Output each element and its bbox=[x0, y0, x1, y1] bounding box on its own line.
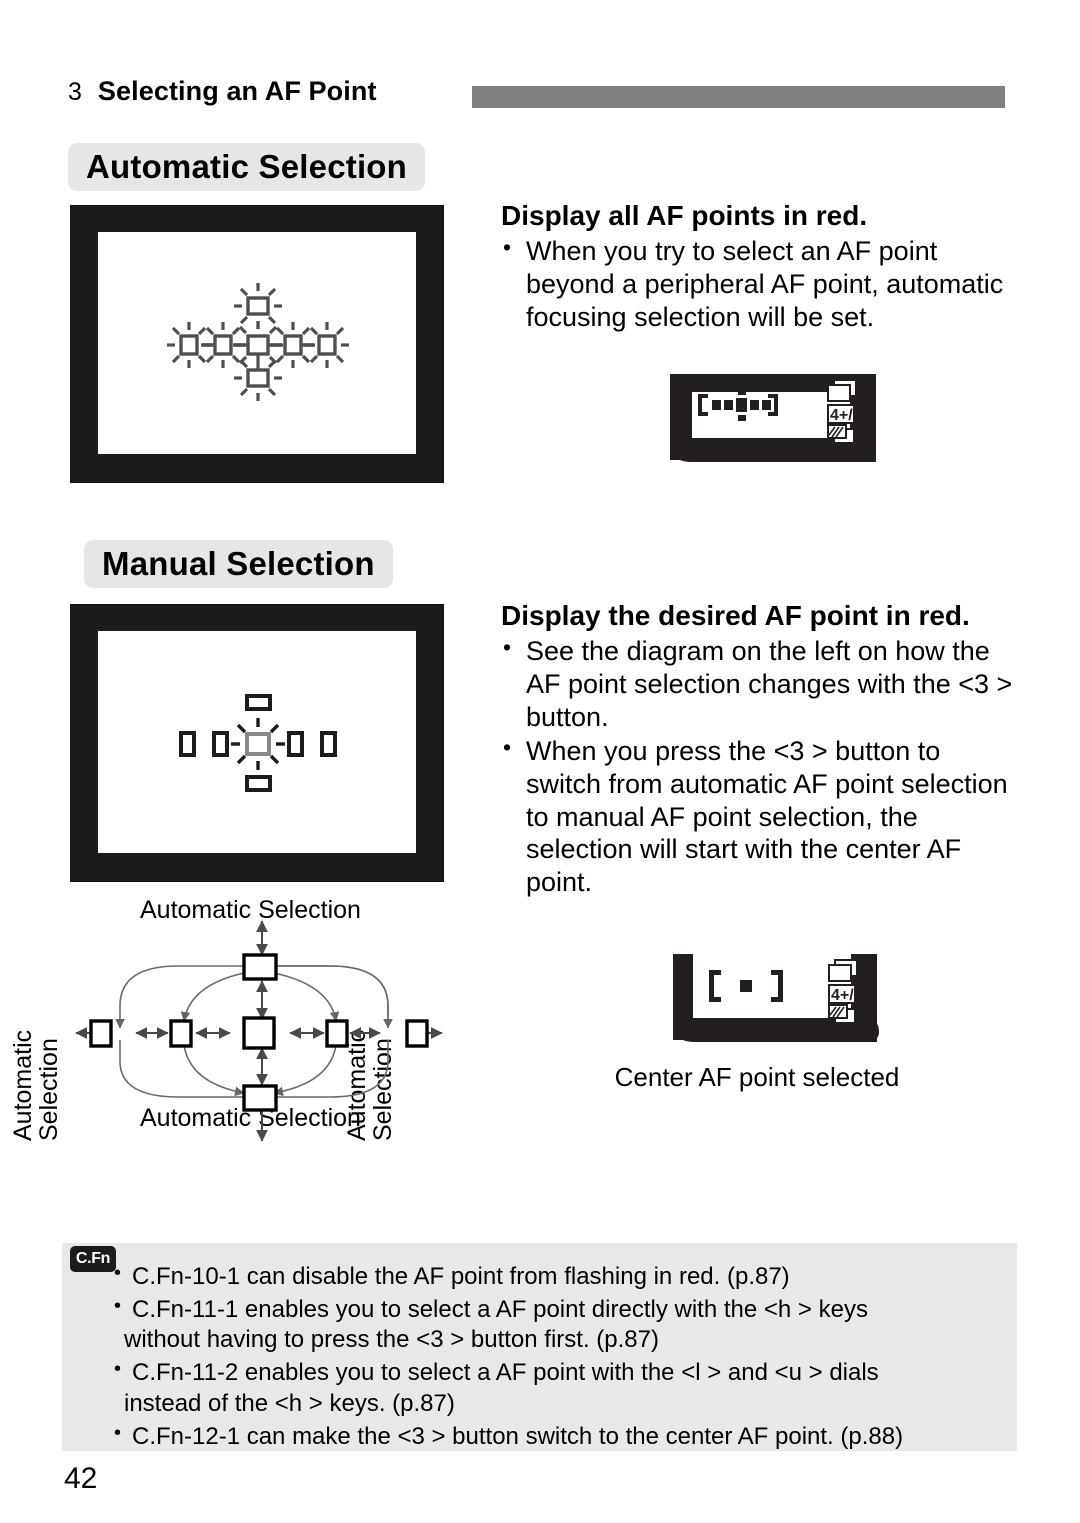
list-item: See the diagram on the left on how the A… bbox=[501, 634, 1013, 733]
manual-bullet-list: See the diagram on the left on how the A… bbox=[501, 634, 1013, 898]
automatic-bullet-list: When you try to select an AF point beyon… bbox=[501, 234, 1013, 333]
list-item: C.Fn-12-1 can make the <3 > button switc… bbox=[112, 1421, 1002, 1453]
viewfinder-automatic-selection bbox=[70, 205, 444, 483]
cfn-note-line: C.Fn-12-1 can make the <3 > button switc… bbox=[132, 1422, 904, 1450]
page-title: Selecting an AF Point bbox=[97, 76, 377, 106]
viewfinder-manual-selection bbox=[70, 604, 444, 882]
lcd-icon-stack: 4+/ bbox=[827, 379, 857, 444]
lcd-caption-center-af-point: Center AF point selected bbox=[614, 1062, 900, 1092]
cfn-note-line: C.Fn-10-1 can disable the AF point from … bbox=[132, 1263, 790, 1290]
header-rule-bar bbox=[472, 86, 1005, 108]
cfn-badge: C.Fn bbox=[70, 1246, 116, 1272]
cfn-note-line: C.Fn-11-2 enables you to select a AF poi… bbox=[132, 1359, 879, 1387]
lcd-panel-center-af-point: 4+/ bbox=[665, 952, 880, 1056]
cfn-note-line: C.Fn-11-1 enables you to select a AF poi… bbox=[132, 1295, 868, 1323]
lcd-icon-stack: 4+/ bbox=[828, 959, 858, 1024]
svg-text:4+/: 4+/ bbox=[831, 987, 854, 1004]
cfn-note-line: without having to press the <3 > button … bbox=[124, 1326, 659, 1354]
section-heading-automatic-selection: Automatic Selection bbox=[68, 143, 426, 191]
manual-selection-text: Display the desired AF point in red. See… bbox=[501, 600, 1013, 901]
subheading-display-desired-af-point: Display the desired AF point in red. bbox=[501, 600, 970, 631]
running-head: 3 Selecting an AF Point bbox=[68, 76, 377, 107]
list-item: C.Fn-10-1 can disable the AF point from … bbox=[112, 1261, 1002, 1293]
flow-label-left-line1: Automatic bbox=[9, 1029, 37, 1141]
flow-label-left: Automatic Selection bbox=[9, 1029, 63, 1141]
list-item: When you press the <3 > button to switch… bbox=[501, 734, 1013, 898]
list-item: C.Fn-11-1 enables you to select a AF poi… bbox=[112, 1294, 1002, 1356]
af-points-all-flashing-icon bbox=[167, 283, 349, 401]
list-item: C.Fn-11-2 enables you to select a AF poi… bbox=[112, 1357, 1002, 1419]
chapter-number: 3 bbox=[68, 78, 82, 106]
af-point-selection-flow-diagram bbox=[58, 893, 470, 1141]
af-point-center-flashing-icon bbox=[179, 694, 337, 792]
list-item: When you try to select an AF point beyon… bbox=[501, 234, 1013, 333]
automatic-selection-text: Display all AF points in red. When you t… bbox=[501, 200, 1013, 335]
svg-text:4+/: 4+/ bbox=[830, 407, 853, 424]
cfn-note-line: instead of the <h > keys. (p.87) bbox=[124, 1389, 455, 1417]
subheading-display-all-af-points: Display all AF points in red. bbox=[501, 200, 868, 231]
cfn-note-list: C.Fn-10-1 can disable the AF point from … bbox=[112, 1261, 1002, 1454]
lcd-panel-all-af-points: 4+/ bbox=[662, 372, 884, 476]
manual-page: 3 Selecting an AF Point Automatic Select… bbox=[0, 0, 1080, 1523]
page-number: 42 bbox=[64, 1462, 98, 1495]
section-heading-manual-selection: Manual Selection bbox=[84, 540, 393, 588]
